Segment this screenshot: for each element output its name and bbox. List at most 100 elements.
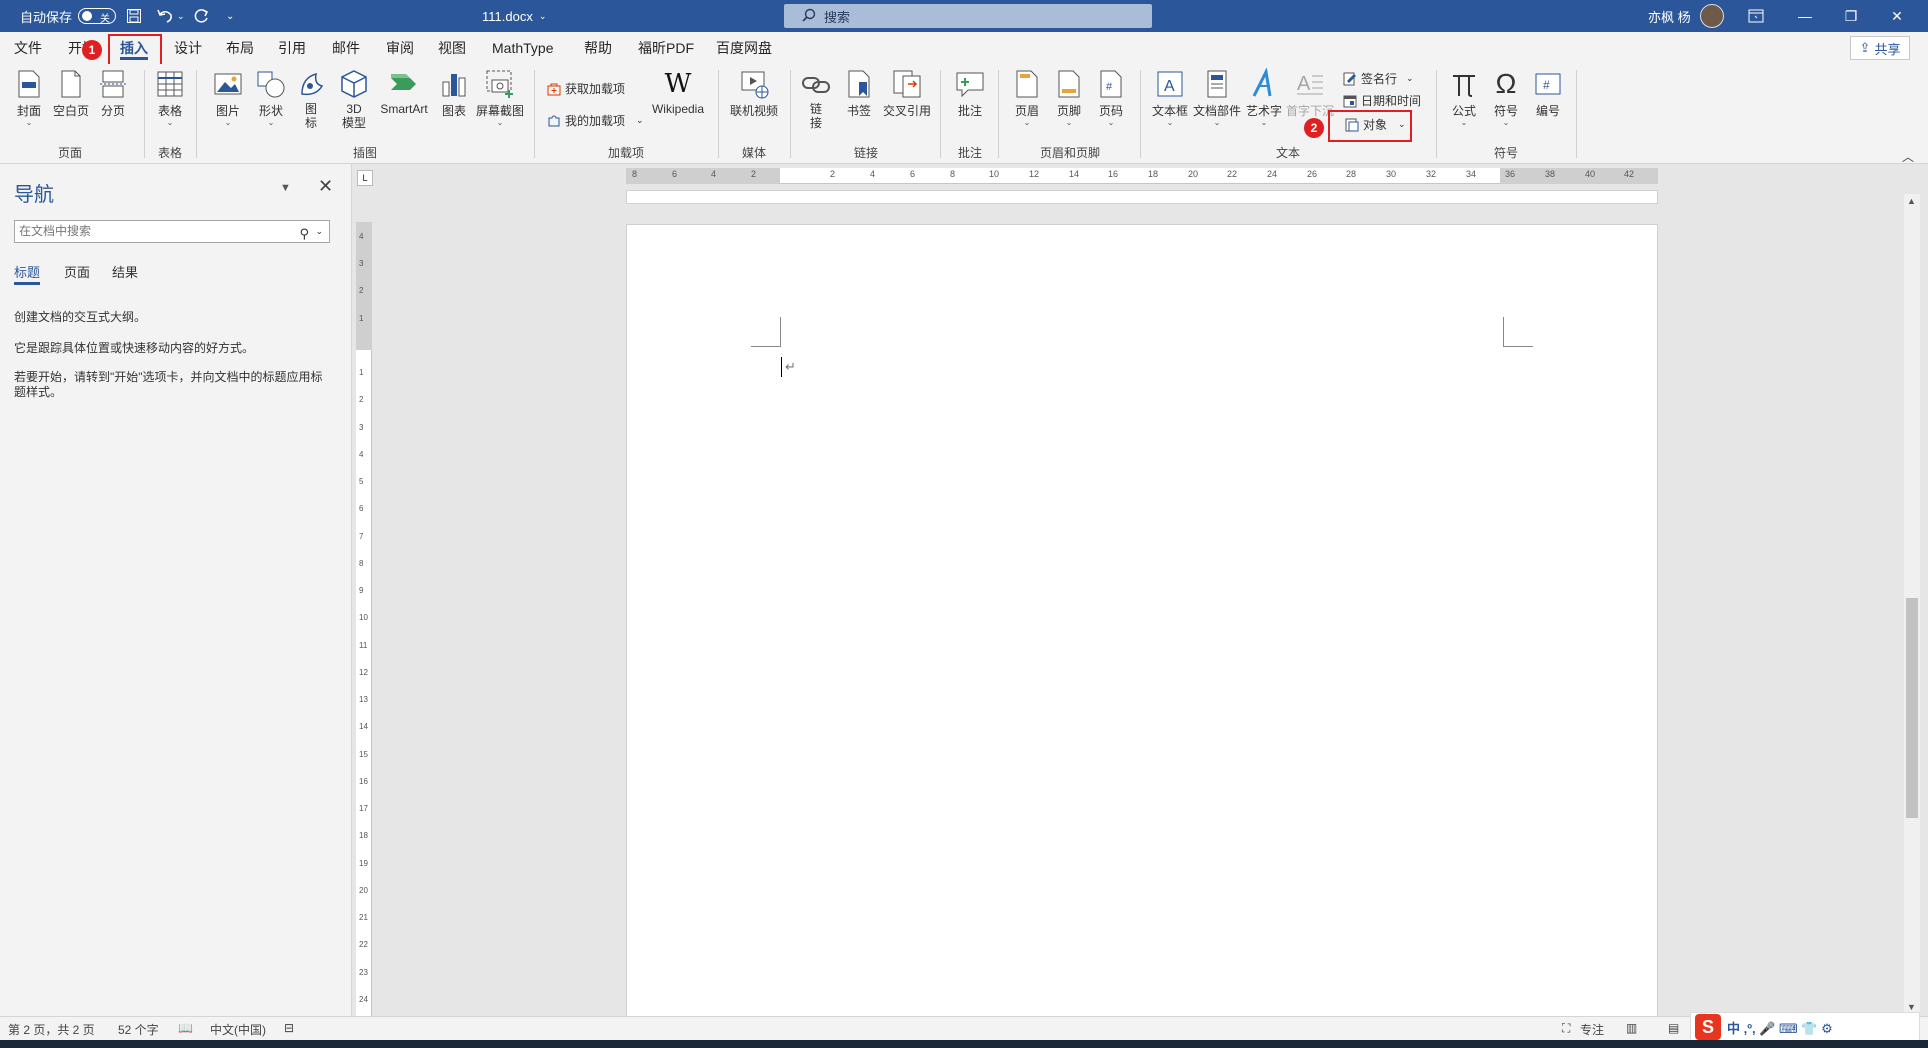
omega-icon: Ω: [1495, 68, 1517, 99]
collapse-ribbon-icon[interactable]: ︿: [1902, 148, 1914, 165]
drop-cap-button[interactable]: A 首字下沉: [1286, 68, 1334, 119]
search-box[interactable]: 搜索: [784, 4, 1152, 28]
ribbon-display-options-icon[interactable]: [1748, 0, 1764, 32]
page-number-button[interactable]: # 页码 ⌄: [1094, 68, 1128, 127]
wordart-icon: [1252, 68, 1272, 97]
ruler-tick-label: 24: [1267, 169, 1278, 179]
tab-file[interactable]: 文件: [14, 32, 42, 64]
scroll-up-icon[interactable]: ▲: [1907, 196, 1916, 206]
nav-tab-headings[interactable]: 标题: [14, 262, 41, 285]
header-button[interactable]: 页眉 ⌄: [1010, 68, 1044, 127]
nav-search-dropdown-icon[interactable]: ⌄: [315, 221, 323, 242]
tab-foxit-pdf[interactable]: 福昕PDF: [638, 32, 694, 64]
vertical-ruler[interactable]: 4 3 2 1 1 2 3 4 5 6 7 8 9 10 11 12 13 14 15 16 17 18 19 20 21 22 2…: [356, 222, 372, 1018]
icons-button[interactable]: 图标: [296, 68, 326, 130]
scrollbar-thumb[interactable]: [1906, 598, 1918, 818]
table-icon: [157, 71, 183, 97]
3d-models-button[interactable]: 3D模型: [336, 68, 372, 130]
horizontal-ruler[interactable]: 8 6 4 2 2 4 6 8 10 12 14 16 18 20 22 24 26 28 30 32 34 36 38 40…: [626, 168, 1658, 184]
picture-button[interactable]: 图片 ⌄: [210, 68, 246, 127]
nav-title: 导航: [14, 184, 54, 206]
footer-icon: [1058, 70, 1080, 98]
margin-corner-top-right: [1503, 317, 1533, 347]
proofing-icon[interactable]: 📖: [178, 1021, 193, 1035]
smartart-button[interactable]: SmartArt: [376, 68, 432, 116]
language-indicator[interactable]: 中文(中国): [210, 1021, 266, 1038]
wikipedia-button[interactable]: W Wikipedia: [646, 68, 710, 116]
tab-baidu-netdisk[interactable]: 百度网盘: [716, 32, 772, 64]
wikipedia-icon: W: [664, 69, 692, 99]
chart-button[interactable]: 图表: [438, 68, 470, 119]
ruler-tick-label: 14: [359, 722, 368, 731]
footer-button[interactable]: 页脚 ⌄: [1052, 68, 1086, 127]
redo-icon[interactable]: [194, 0, 210, 32]
save-icon[interactable]: [126, 0, 142, 32]
get-addins-button[interactable]: 获取加载项: [546, 80, 625, 97]
date-time-button[interactable]: 日期和时间: [1342, 92, 1421, 109]
wordart-button[interactable]: 艺术字 ⌄: [1244, 68, 1284, 127]
table-button[interactable]: 表格 ⌄: [152, 68, 188, 127]
share-button[interactable]: ⇪ 共享: [1850, 36, 1910, 60]
read-mode-icon[interactable]: ▥: [1626, 1021, 1637, 1035]
puzzle-icon: [548, 115, 560, 126]
tab-mailings[interactable]: 邮件: [332, 32, 360, 64]
minimize-icon[interactable]: —: [1782, 0, 1828, 32]
focus-icon[interactable]: ⛶: [1562, 1021, 1570, 1036]
screenshot-button[interactable]: 屏幕截图 ⌄: [474, 68, 526, 127]
page-count[interactable]: 第 2 页，共 2 页: [8, 1021, 95, 1038]
shapes-button[interactable]: 形状 ⌄: [254, 68, 288, 127]
tab-references[interactable]: 引用: [278, 32, 306, 64]
equation-button[interactable]: 公式 ⌄: [1446, 68, 1482, 127]
page-break-button[interactable]: 分页: [96, 68, 130, 119]
nav-tab-pages[interactable]: 页面: [64, 262, 90, 281]
number-button[interactable]: # 编号: [1530, 68, 1566, 119]
nav-search-icon[interactable]: ⚲: [299, 223, 309, 244]
tab-mathtype[interactable]: MathType: [492, 32, 553, 64]
word-count[interactable]: 52 个字: [118, 1021, 159, 1038]
undo-dropdown-icon[interactable]: ⌄: [177, 0, 185, 32]
nav-close-icon[interactable]: ✕: [318, 176, 333, 197]
focus-mode[interactable]: 专注: [1580, 1021, 1604, 1038]
symbol-button[interactable]: Ω 符号 ⌄: [1488, 68, 1524, 127]
undo-icon[interactable]: [156, 0, 174, 32]
close-icon[interactable]: ✕: [1874, 0, 1920, 32]
text-box-button[interactable]: A 文本框 ⌄: [1150, 68, 1190, 127]
signature-line-button[interactable]: 签名行 ⌄: [1342, 70, 1414, 87]
nav-options-icon[interactable]: ▼: [280, 182, 291, 194]
signature-dropdown-icon[interactable]: ⌄: [1406, 73, 1414, 84]
tab-design[interactable]: 设计: [174, 32, 202, 64]
accessibility-icon[interactable]: ⊟: [284, 1021, 294, 1035]
ime-toolbar[interactable]: S 中 ,º, 🎤 ⌨ 👕 ⚙: [1690, 1012, 1920, 1042]
autosave[interactable]: 自动保存 关: [20, 0, 117, 32]
blank-page-button[interactable]: 空白页: [52, 68, 90, 119]
customize-qat-icon[interactable]: ⌄: [226, 0, 234, 32]
scroll-down-icon[interactable]: ▼: [1907, 1002, 1916, 1012]
nav-tab-results[interactable]: 结果: [112, 262, 138, 281]
new-comment-button[interactable]: 批注: [952, 68, 988, 119]
cover-page-button[interactable]: 封面 ⌄: [12, 68, 46, 127]
link-button[interactable]: 链接: [798, 68, 834, 130]
tab-selector[interactable]: L: [357, 170, 373, 186]
tab-view[interactable]: 视图: [438, 32, 466, 64]
online-video-button[interactable]: 联机视频: [726, 68, 782, 119]
tab-layout[interactable]: 布局: [226, 32, 254, 64]
ruler-tick-label: 4: [359, 450, 364, 459]
bookmark-button[interactable]: 书签: [842, 68, 876, 119]
restore-icon[interactable]: ❐: [1828, 0, 1874, 32]
my-addins-dropdown-icon[interactable]: ⌄: [636, 115, 644, 126]
avatar[interactable]: [1700, 0, 1724, 32]
tab-help[interactable]: 帮助: [584, 32, 612, 64]
nav-search-input[interactable]: 在文档中搜索 ⚲ ⌄: [14, 220, 330, 243]
user-name[interactable]: 亦枫 杨: [1648, 0, 1691, 32]
quick-parts-button[interactable]: 文档部件 ⌄: [1192, 68, 1242, 127]
cross-reference-button[interactable]: 交叉引用: [882, 68, 932, 119]
vertical-scrollbar[interactable]: ▲ ▼: [1904, 194, 1920, 1014]
autosave-toggle[interactable]: 关: [78, 8, 117, 25]
tab-review[interactable]: 审阅: [386, 32, 414, 64]
svg-text:A: A: [1164, 78, 1175, 95]
print-layout-icon[interactable]: ▤: [1668, 1021, 1679, 1035]
my-addins-button[interactable]: 我的加载项 ⌄: [546, 112, 644, 129]
pi-icon: [1453, 75, 1475, 97]
document-page[interactable]: ↵: [626, 224, 1658, 1024]
document-title[interactable]: 111.docx ⌄: [482, 0, 546, 32]
